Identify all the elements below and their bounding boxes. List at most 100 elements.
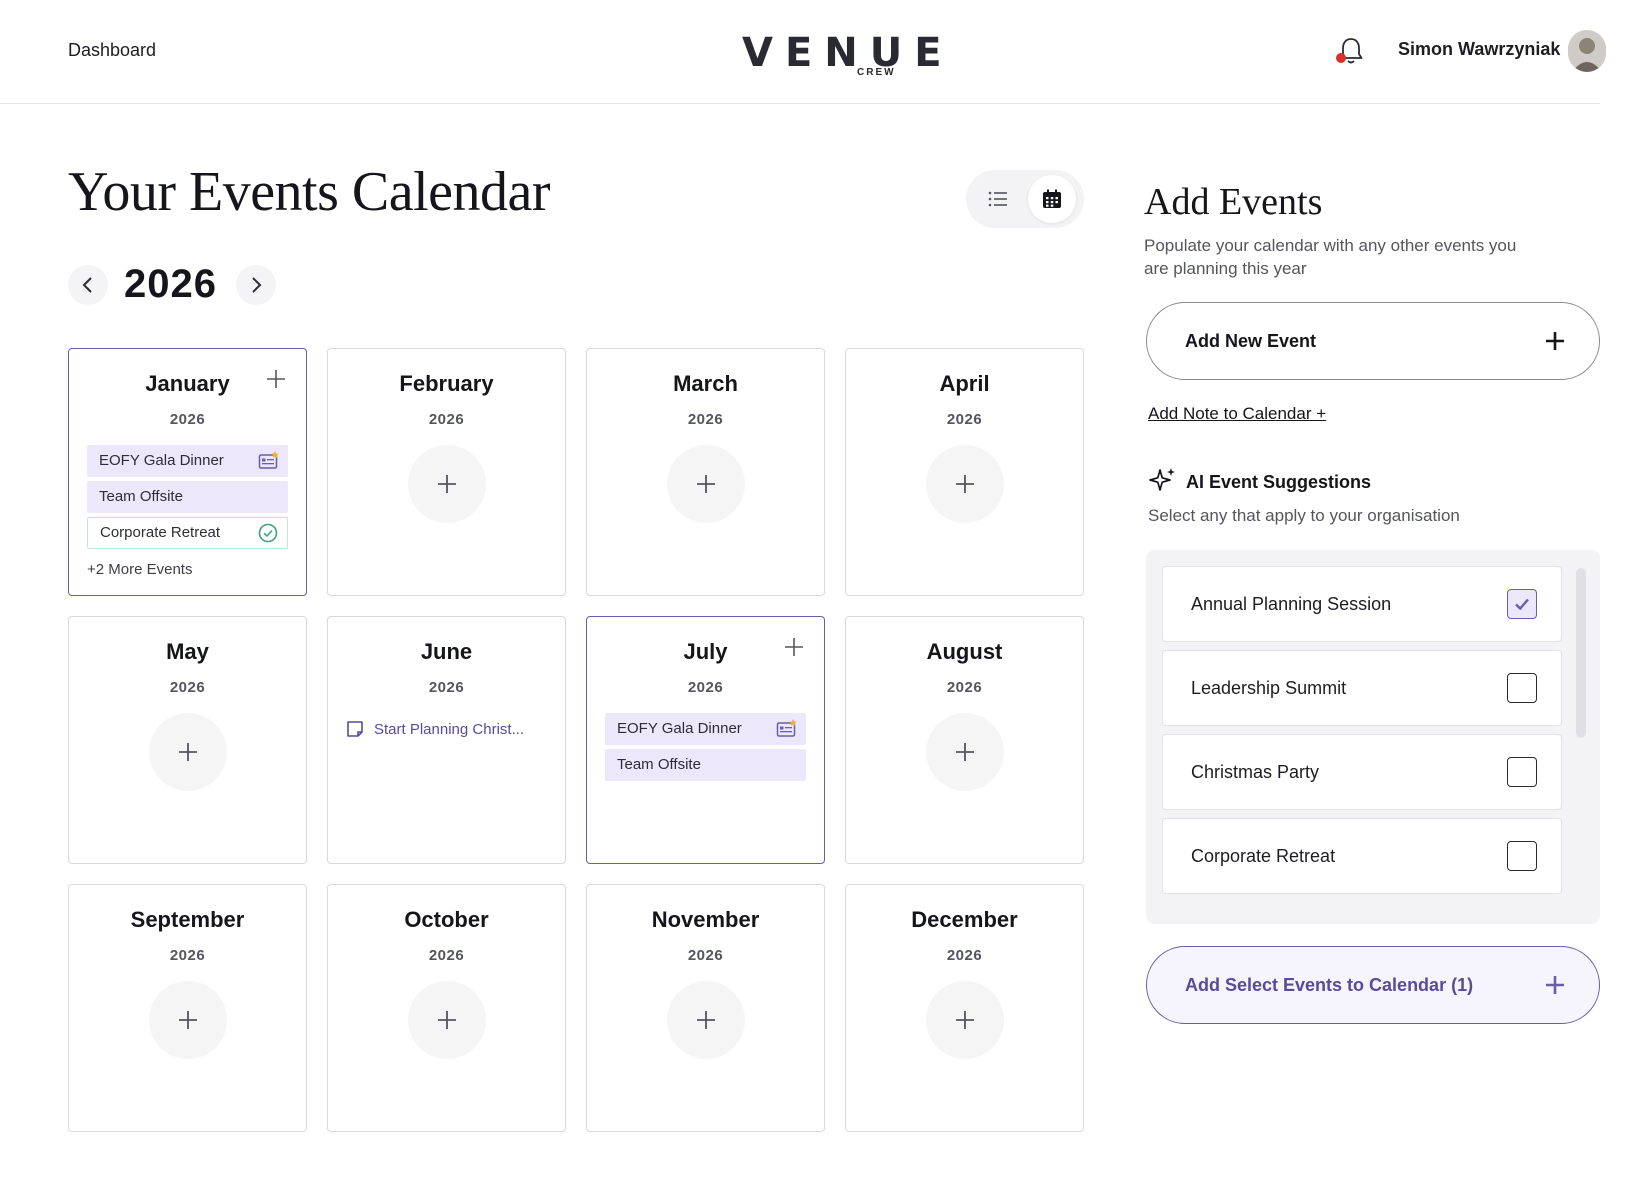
suggestions-list: Annual Planning Session Leadership Summi… <box>1146 550 1600 924</box>
note-label: Start Planning Christ... <box>374 720 525 738</box>
logo-subtitle: CREW <box>857 67 896 78</box>
event-label: Corporate Retreat <box>100 524 221 541</box>
add-event-button[interactable] <box>667 445 745 523</box>
ai-suggestions-title: AI Event Suggestions <box>1186 472 1372 492</box>
month-card-november[interactable]: November 2026 <box>586 884 825 1132</box>
add-selected-events-button[interactable]: Add Select Events to Calendar (1) <box>1146 946 1600 1024</box>
list-icon <box>988 191 1007 207</box>
previous-year-button[interactable] <box>68 265 108 305</box>
venue-crew-logo[interactable]: VENUE CREW <box>742 22 942 82</box>
month-year: 2026 <box>169 947 206 964</box>
month-name: November <box>651 907 760 932</box>
month-card-september[interactable]: September 2026 <box>68 884 307 1132</box>
next-year-button[interactable] <box>236 265 276 305</box>
calendar-icon <box>1043 189 1061 208</box>
add-event-button[interactable] <box>149 713 227 791</box>
calendar-view-button[interactable] <box>1028 175 1076 223</box>
add-event-button[interactable] <box>667 981 745 1059</box>
month-card-may[interactable]: May 2026 <box>68 616 307 864</box>
page-title: Your Events Calendar <box>68 161 551 223</box>
event-label: EOFY Gala Dinner <box>617 720 742 737</box>
plus-icon <box>438 1011 456 1029</box>
add-event-button[interactable] <box>926 445 1004 523</box>
suggestion-checkbox[interactable] <box>1507 673 1537 703</box>
month-year: 2026 <box>946 411 983 428</box>
month-name: May <box>166 639 209 664</box>
add-event-button[interactable] <box>408 445 486 523</box>
month-name: April <box>939 371 990 396</box>
calendar-event[interactable]: Team Offsite <box>605 749 806 781</box>
plus-icon <box>785 638 803 656</box>
logo-wordmark: VENUE <box>742 30 954 76</box>
suggestion-checkbox[interactable] <box>1507 589 1537 619</box>
month-card-december[interactable]: December 2026 <box>845 884 1084 1132</box>
calendar-event[interactable]: EOFY Gala Dinner <box>605 713 806 745</box>
add-new-event-button[interactable]: Add New Event <box>1146 302 1600 380</box>
suggestion-checkbox[interactable] <box>1507 757 1537 787</box>
notification-bell-icon[interactable] <box>1334 34 1368 68</box>
user-avatar[interactable] <box>1568 30 1606 72</box>
month-year: 2026 <box>946 947 983 964</box>
plus-icon <box>1543 329 1567 353</box>
month-card-february[interactable]: February 2026 <box>327 348 566 596</box>
add-selected-events-label: Add Select Events to Calendar (1) <box>1185 975 1474 995</box>
chevron-right-icon <box>252 277 262 293</box>
calendar-note[interactable]: Start Planning Christ... <box>346 717 524 741</box>
event-label: Team Offsite <box>617 756 701 773</box>
checkmark-icon <box>1515 598 1529 611</box>
plus-icon <box>438 475 456 493</box>
suggestion-item[interactable]: Christmas Party <box>1162 734 1562 810</box>
user-name[interactable]: Simon Wawrzyniak <box>1398 39 1560 60</box>
month-year: 2026 <box>687 947 724 964</box>
plus-icon <box>956 743 974 761</box>
month-year: 2026 <box>687 411 724 428</box>
month-card-july[interactable]: July 2026 EOFY Gala Dinner Team Offsite <box>586 616 825 864</box>
add-note-link[interactable]: Add Note to Calendar + <box>1148 404 1326 424</box>
plus-icon <box>956 1011 974 1029</box>
nav-dashboard-link[interactable]: Dashboard <box>68 40 156 61</box>
note-icon <box>347 721 363 737</box>
plus-icon <box>697 475 715 493</box>
suggestion-label: Leadership Summit <box>1191 678 1347 698</box>
suggestions-scrollbar[interactable] <box>1576 568 1586 738</box>
month-year: 2026 <box>169 411 206 428</box>
suggestion-checkbox[interactable] <box>1507 841 1537 871</box>
plus-icon <box>267 370 285 388</box>
month-card-january[interactable]: January 2026 EOFY Gala Dinner Team Offsi… <box>68 348 307 596</box>
event-label: Team Offsite <box>99 488 183 505</box>
event-label: EOFY Gala Dinner <box>99 452 224 469</box>
add-event-button[interactable] <box>926 981 1004 1059</box>
month-year: 2026 <box>687 679 724 696</box>
more-events-link[interactable]: +2 More Events <box>87 561 192 578</box>
month-card-march[interactable]: March 2026 <box>586 348 825 596</box>
month-card-june[interactable]: June 2026 Start Planning Christ... <box>327 616 566 864</box>
suggestion-item[interactable]: Leadership Summit <box>1162 650 1562 726</box>
plus-icon <box>179 743 197 761</box>
plus-icon <box>697 1011 715 1029</box>
calendar-event[interactable]: Corporate Retreat <box>87 517 288 549</box>
plus-icon <box>956 475 974 493</box>
suggestion-item[interactable]: Annual Planning Session <box>1162 566 1562 642</box>
add-event-corner-button[interactable] <box>782 635 806 659</box>
suggestion-item[interactable]: Corporate Retreat <box>1162 818 1562 894</box>
add-event-button[interactable] <box>149 981 227 1059</box>
calendar-event[interactable]: Team Offsite <box>87 481 288 513</box>
month-card-october[interactable]: October 2026 <box>327 884 566 1132</box>
month-year: 2026 <box>428 411 465 428</box>
month-card-april[interactable]: April 2026 <box>845 348 1084 596</box>
month-card-august[interactable]: August 2026 <box>845 616 1084 864</box>
check-circle-icon <box>257 522 279 544</box>
ai-suggestions-description: Select any that apply to your organisati… <box>1148 506 1460 525</box>
calendar-event[interactable]: EOFY Gala Dinner <box>87 445 288 477</box>
sparkle-icon <box>1149 468 1175 491</box>
list-view-button[interactable] <box>974 175 1022 223</box>
add-event-button[interactable] <box>408 981 486 1059</box>
month-year: 2026 <box>428 679 465 696</box>
add-event-button[interactable] <box>926 713 1004 791</box>
suggestion-label: Christmas Party <box>1191 762 1320 782</box>
month-name: June <box>420 639 473 664</box>
add-events-description: Populate your calendar with any other ev… <box>1144 236 1517 278</box>
top-header: Dashboard VENUE CREW Simon Wawrzyniak <box>0 0 1606 104</box>
add-event-corner-button[interactable] <box>264 367 288 391</box>
month-year: 2026 <box>428 947 465 964</box>
